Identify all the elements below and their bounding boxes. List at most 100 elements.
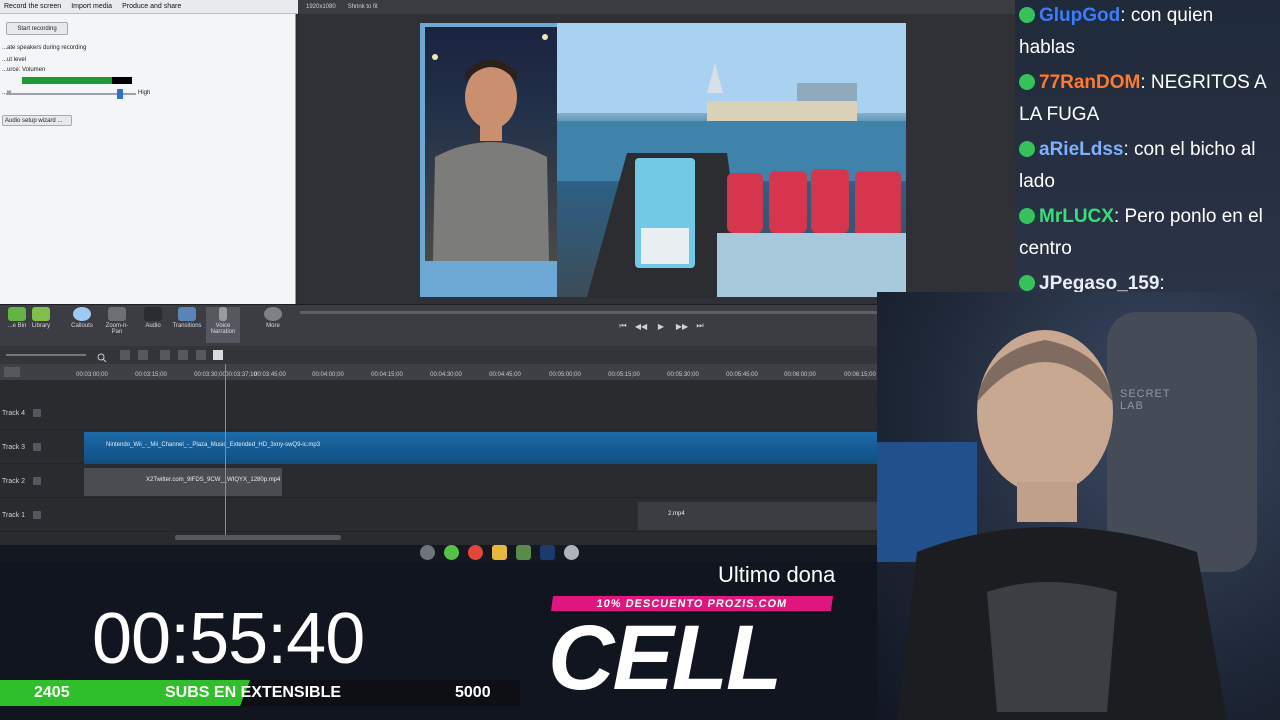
ruler-time-label: 00:03:15;00: [135, 372, 167, 378]
chat-message: GlupGod: con quien hablas: [1019, 0, 1274, 64]
tool-zoom-pan[interactable]: Zoom-n- Pan: [100, 307, 134, 343]
skip-start-icon[interactable]: ⏮: [617, 321, 629, 331]
marker-icon[interactable]: [196, 350, 206, 360]
timeline-clip[interactable]: Nintendo_Wii_-_Mii_Channel_-_Plaza_Music…: [84, 432, 877, 464]
app-icon[interactable]: [564, 544, 579, 560]
playhead[interactable]: [225, 364, 226, 539]
zoom-magnifier-icon[interactable]: [97, 350, 107, 363]
timeline-clip[interactable]: X2Twitter.com_9lFDS_9CW__WIQYX_1280p.mp4: [84, 468, 282, 496]
tool-callouts[interactable]: Callouts: [65, 307, 99, 343]
chat-badge-icon: [1019, 208, 1035, 224]
track-row[interactable]: Track 3 Nintendo_Wii_-_Mii_Channel_-_Plaz…: [0, 432, 877, 464]
tool-transitions[interactable]: Transitions: [170, 307, 204, 343]
track-row[interactable]: Track 2 X2Twitter.com_9lFDS_9CW__WIQYX_12…: [0, 466, 877, 498]
ruler-time-label: 00:04:00;00: [312, 372, 344, 378]
recording-panel: Start recording ...ate speakers during r…: [0, 14, 296, 304]
preview-scrubber[interactable]: [300, 311, 880, 314]
chat-message: MrLUCX: Pero ponlo en el centro: [1019, 201, 1274, 265]
input-level-label: ...ut level: [2, 57, 27, 63]
import-media-menu[interactable]: Import media: [71, 3, 112, 10]
chat-message: JPegaso_159:: [1019, 268, 1274, 292]
tool-audio[interactable]: Audio: [136, 307, 170, 343]
ruler-time-label: 00:04:15;00: [371, 372, 403, 378]
record-screen-menu[interactable]: Record the screen: [4, 3, 61, 10]
track-lock-icon[interactable]: [33, 511, 41, 519]
subs-progress-bar: 2405 SUBS EN EXTENSIBLE 5000: [0, 680, 520, 706]
start-recording-button[interactable]: Start recording: [6, 22, 68, 35]
time-ruler[interactable]: 00:03:00;00 00:03:15;00 00:03:30;00 00:03:3…: [0, 364, 877, 380]
chat-app-icon[interactable]: [444, 544, 459, 560]
track-lock-icon[interactable]: [33, 409, 41, 417]
chat-message: aRieLdss: con el bicho al lado: [1019, 134, 1274, 198]
fast-forward-icon[interactable]: ▶▶: [676, 321, 688, 331]
timeline-settings-icon[interactable]: [4, 367, 20, 377]
cell-logo-text: CELL: [548, 607, 782, 709]
editor-taskbar-icon[interactable]: [516, 544, 531, 560]
chat-username: 77RanDOM: [1039, 72, 1141, 93]
timeline-zoom-slider[interactable]: [6, 354, 86, 356]
folder-icon[interactable]: [492, 544, 507, 560]
track-row[interactable]: Track 1 2.mp4: [0, 500, 877, 532]
fit-dropdown[interactable]: Shrink to fit: [348, 4, 378, 10]
track-lock-icon[interactable]: [33, 443, 41, 451]
track-name: Track 1: [2, 512, 26, 519]
tool-more[interactable]: More: [256, 307, 290, 343]
ruler-time-label: 00:04:45;00: [489, 372, 521, 378]
photoshop-icon[interactable]: [540, 544, 555, 560]
track-name: Track 4: [2, 410, 26, 417]
chrome-icon[interactable]: [468, 544, 483, 560]
chat-badge-icon: [1019, 7, 1035, 23]
obs-icon[interactable]: [420, 544, 435, 560]
stream-frame: Record the screen Import media Produce a…: [0, 0, 1280, 720]
ruler-time-label: 00:04:30;00: [430, 372, 462, 378]
editor-menubar: Record the screen Import media Produce a…: [0, 0, 298, 14]
view-icon[interactable]: [213, 350, 223, 360]
copy-icon[interactable]: [138, 350, 148, 360]
ruler-time-label: 00:05:00;00: [549, 372, 581, 378]
last-donation-label: Ultimo dona: [718, 562, 836, 587]
cut-icon[interactable]: [120, 350, 130, 360]
tools-and-playback-bar: ...e Bin Library Callouts Zoom-n- Pan Au…: [0, 304, 1015, 346]
preview-toolbar: 1920x1080 Shrink to fit: [298, 0, 1015, 14]
rewind-icon[interactable]: ◀◀: [635, 321, 647, 331]
ruler-time-label: 00:03:37;10: [225, 372, 257, 378]
volume-slider-knob[interactable]: [116, 89, 123, 99]
subs-goal: 5000: [455, 684, 491, 701]
timeline-scrollbar[interactable]: [175, 535, 341, 540]
play-icon[interactable]: ▶: [655, 321, 667, 331]
person-photo: [432, 34, 549, 261]
chat-badge-icon: [1019, 74, 1035, 90]
timeline: 00:03:00;00 00:03:15;00 00:03:30;00 00:03:3…: [0, 346, 877, 545]
speakers-option[interactable]: ...ate speakers during recording: [2, 45, 86, 51]
timeline-toolbar: [0, 346, 877, 364]
library-icon: [32, 307, 50, 321]
skip-end-icon[interactable]: ⏭: [694, 321, 706, 331]
chat-message: 77RanDOM: NEGRITOS A LA FUGA: [1019, 67, 1274, 131]
stream-timer: 00:55:40: [92, 599, 365, 679]
zoom-icon: [108, 307, 126, 321]
ruler-time-label: 00:05:45;00: [726, 372, 758, 378]
preview-video: [420, 23, 906, 297]
volume-slider[interactable]: [6, 89, 136, 99]
split-icon[interactable]: [160, 350, 170, 360]
tool-voice-narration[interactable]: Voice Narration: [206, 307, 240, 343]
transitions-icon: [178, 307, 196, 321]
track-row[interactable]: Track 4: [0, 398, 877, 430]
chat-username: GlupGod: [1039, 5, 1121, 26]
chair-brand-text: SECRET LAB: [1120, 388, 1171, 412]
tool-library[interactable]: Library: [24, 307, 58, 343]
audio-setup-wizard-button[interactable]: Audio setup wizard ...: [2, 115, 72, 126]
audio-level-meter: [22, 77, 132, 84]
game-scene-image: [557, 23, 906, 297]
streamer-webcam: [877, 292, 1280, 720]
taskbar-icons: [420, 542, 610, 562]
paste-icon[interactable]: [178, 350, 188, 360]
produce-share-menu[interactable]: Produce and share: [122, 3, 181, 10]
more-icon: [264, 307, 282, 321]
resolution-dropdown[interactable]: 1920x1080: [306, 4, 336, 10]
track-lock-icon[interactable]: [33, 477, 41, 485]
timeline-clip[interactable]: 2.mp4: [638, 502, 877, 530]
ruler-time-label: 00:03:00;00: [76, 372, 108, 378]
ruler-time-label: 00:03:30;00: [194, 372, 226, 378]
track-name: Track 2: [2, 478, 26, 485]
